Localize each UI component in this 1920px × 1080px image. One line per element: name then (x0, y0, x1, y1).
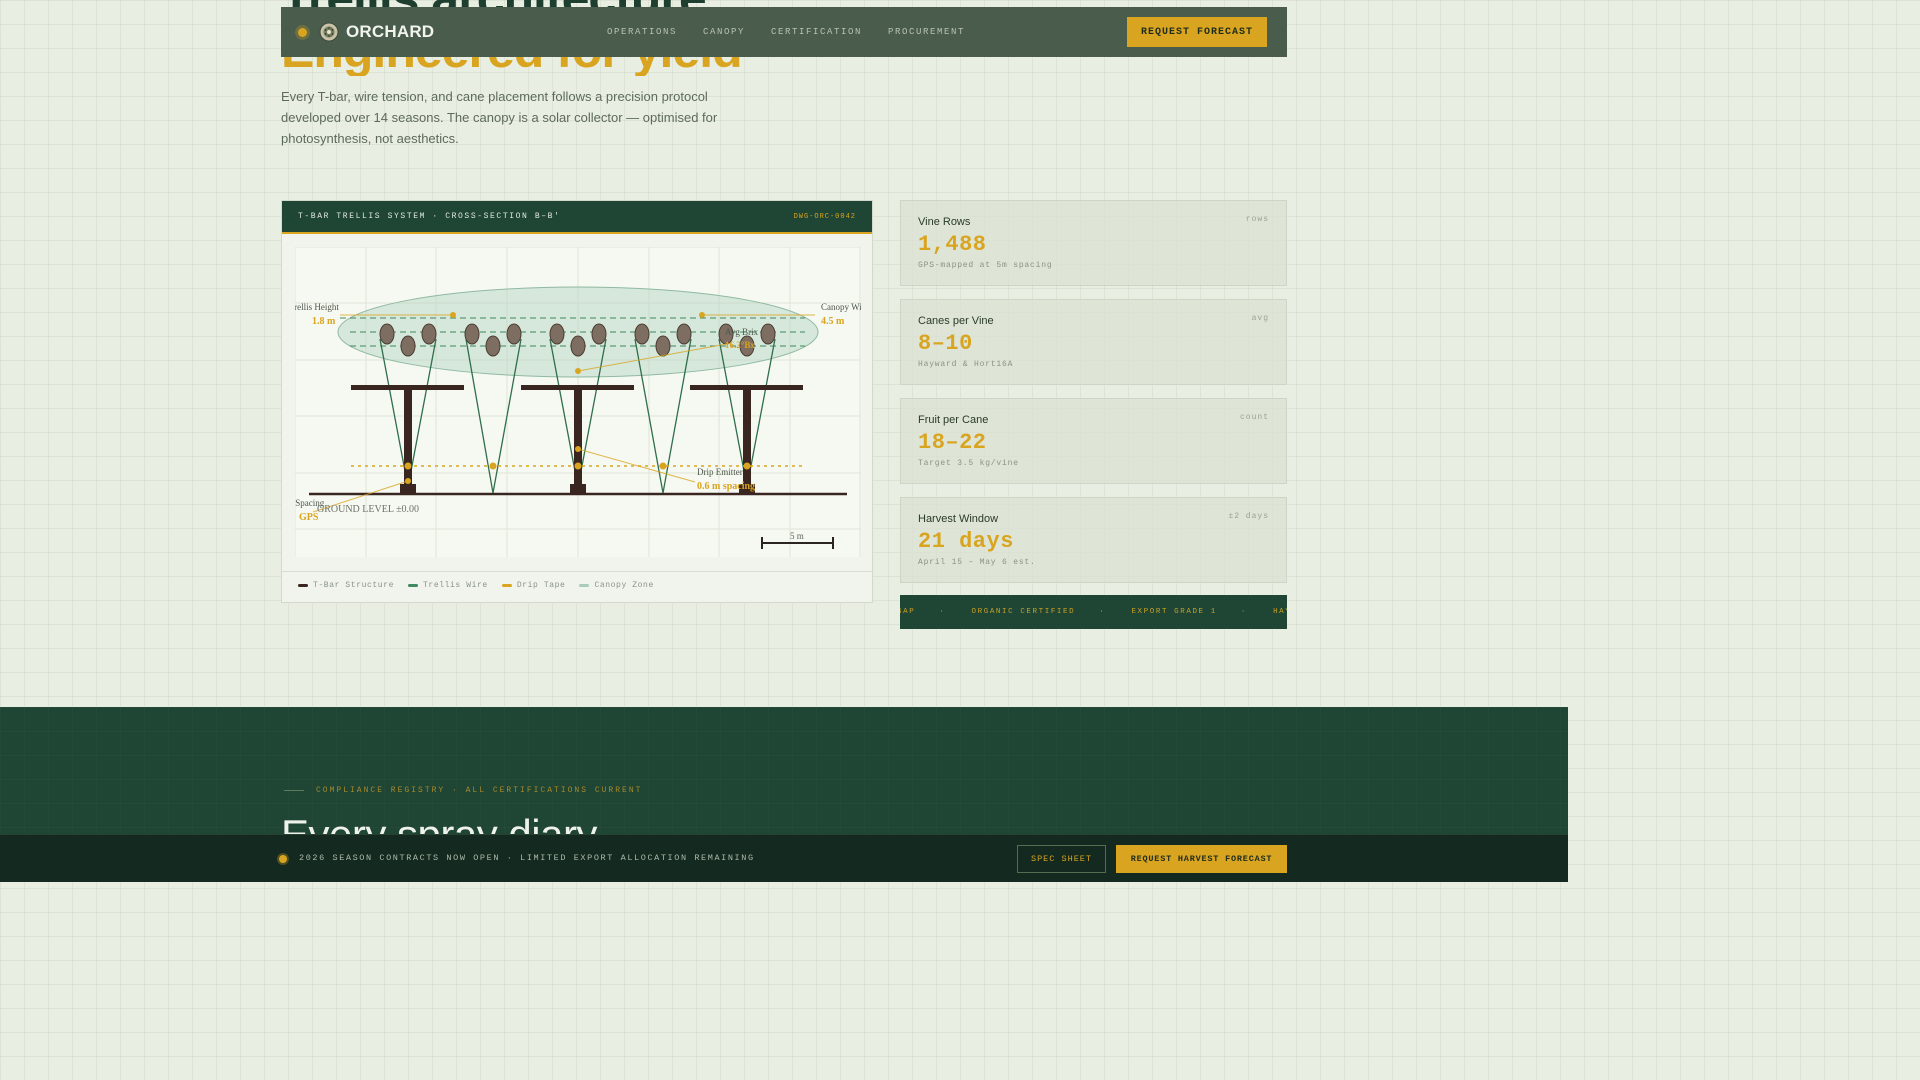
stat-label: Fruit per Cane (918, 414, 989, 426)
ground-level-label: GROUND LEVEL ±0.00 (317, 504, 419, 515)
brix-value: 16.2°Bx (725, 340, 755, 350)
stat-value: 18–22 (918, 430, 987, 455)
stat-value: 21 days (918, 529, 1014, 554)
spec-sheet-button[interactable]: SPEC SHEET (1017, 845, 1106, 873)
trellis-height-value: 1.8 m (312, 316, 336, 327)
drawing-id: DWG-ORC-0042 (793, 212, 856, 221)
nav-operations[interactable]: OPERATIONS (607, 27, 677, 37)
site-header: ORCHARD OPERATIONS CANOPY CERTIFICATION … (281, 7, 1287, 57)
ticker-item: ORGANIC CERTIFIED (971, 608, 1076, 616)
eyebrow-text: COMPLIANCE REGISTRY · ALL CERTIFICATIONS… (316, 786, 643, 795)
stat-unit: rows (1245, 215, 1269, 224)
stat-value: 8–10 (918, 331, 973, 356)
hero-description: Every T-bar, wire tension, and cane plac… (281, 89, 718, 146)
stat-card-harvest-window: Harvest Window ±2 days 21 days April 15 … (900, 497, 1287, 583)
status-dot-icon (298, 27, 307, 37)
scale-bar-label: 5 m (790, 531, 804, 541)
main-nav: OPERATIONS CANOPY CERTIFICATION PROCUREM… (607, 7, 965, 57)
stat-value: 1,488 (918, 232, 987, 257)
stat-label: Canes per Vine (918, 315, 994, 327)
drawing-legend: T-Bar Structure Trellis Wire Drip Tape C… (298, 581, 654, 590)
brix-label: Avg Brix (725, 327, 759, 337)
request-forecast-button[interactable]: REQUEST FORECAST (1127, 17, 1267, 47)
stat-unit: count (1239, 413, 1269, 422)
brand-name[interactable]: ORCHARD (346, 22, 434, 42)
stat-label: Harvest Window (918, 513, 999, 525)
trellis-height-label: Trellis Height (295, 302, 339, 312)
legend-label: T-Bar Structure (313, 581, 395, 590)
row-spacing-value: GPS (299, 512, 319, 523)
legend-divider (282, 571, 872, 572)
stat-unit: ±2 days (1228, 512, 1269, 521)
kiwi-logo-icon[interactable] (319, 22, 339, 42)
legend-label: Canopy Zone (594, 581, 654, 590)
drawing-title: T-BAR TRELLIS SYSTEM · CROSS-SECTION B–B… (298, 212, 561, 221)
stat-note: GPS-mapped at 5m spacing (918, 261, 1053, 270)
legend-item-trellis-wire: Trellis Wire (408, 581, 488, 590)
sticky-bottom-bar: 2026 SEASON CONTRACTS NOW OPEN · LIMITED… (0, 834, 1568, 882)
canopy-width-value: 4.5 m (821, 316, 845, 327)
legend-item-canopy-zone: Canopy Zone (579, 581, 653, 590)
stat-card-fruit-per-cane: Fruit per Cane count 18–22 Target 3.5 kg… (900, 398, 1287, 484)
legend-label: Trellis Wire (423, 581, 488, 590)
nav-certification[interactable]: CERTIFICATION (771, 27, 862, 37)
ticker-track: GAP· ORGANIC CERTIFIED· EXPORT GRADE 1· … (900, 608, 1287, 616)
stat-unit: avg (1251, 314, 1269, 323)
trellis-cross-section: Trellis Height 1.8 m Canopy Width 4.5 m … (295, 247, 861, 557)
ticker-item: HAYWARD (1273, 608, 1287, 616)
eyebrow-line (284, 790, 304, 791)
certification-ticker: GAP· ORGANIC CERTIFIED· EXPORT GRADE 1· … (900, 595, 1287, 629)
stat-note: April 15 – May 6 est. (918, 558, 1036, 567)
request-harvest-forecast-button[interactable]: REQUEST HARVEST FORECAST (1116, 845, 1287, 873)
live-dot-icon (279, 855, 287, 863)
compliance-eyebrow: COMPLIANCE REGISTRY · ALL CERTIFICATIONS… (284, 786, 642, 795)
legend-swatch (298, 584, 308, 587)
nav-canopy[interactable]: CANOPY (703, 27, 745, 37)
legend-swatch (408, 584, 419, 587)
ticker-item: EXPORT GRADE 1 (1131, 608, 1217, 616)
stat-card-canes-per-vine: Canes per Vine avg 8–10 Hayward & Hort16… (900, 299, 1287, 385)
drip-emitter-label: Drip Emitter (697, 467, 743, 477)
stat-card-vine-rows: Vine Rows rows 1,488 GPS-mapped at 5m sp… (900, 200, 1287, 286)
legend-label: Drip Tape (516, 581, 566, 590)
nav-procurement[interactable]: PROCUREMENT (888, 27, 965, 37)
trellis-svg: Trellis Height 1.8 m Canopy Width 4.5 m … (295, 247, 861, 557)
stat-note: Hayward & Hort16A (918, 360, 1014, 369)
season-announcement: 2026 SEASON CONTRACTS NOW OPEN · LIMITED… (299, 853, 755, 863)
stat-note: Target 3.5 kg/vine (918, 459, 1019, 468)
drawing-header: T-BAR TRELLIS SYSTEM · CROSS-SECTION B–B… (282, 201, 872, 234)
legend-item-t-bar: T-Bar Structure (298, 581, 394, 590)
drip-emitter-value: 0.6 m spacing (697, 481, 755, 492)
scale-bar: 5 m (761, 531, 834, 549)
stat-label: Vine Rows (918, 216, 971, 228)
trellis-drawing-panel: T-BAR TRELLIS SYSTEM · CROSS-SECTION B–B… (281, 200, 873, 603)
canopy-width-label: Canopy Width (821, 302, 861, 312)
legend-swatch (579, 584, 590, 587)
legend-swatch (501, 584, 512, 587)
ticker-item: GAP (900, 608, 916, 616)
legend-item-drip-tape: Drip Tape (501, 581, 566, 590)
